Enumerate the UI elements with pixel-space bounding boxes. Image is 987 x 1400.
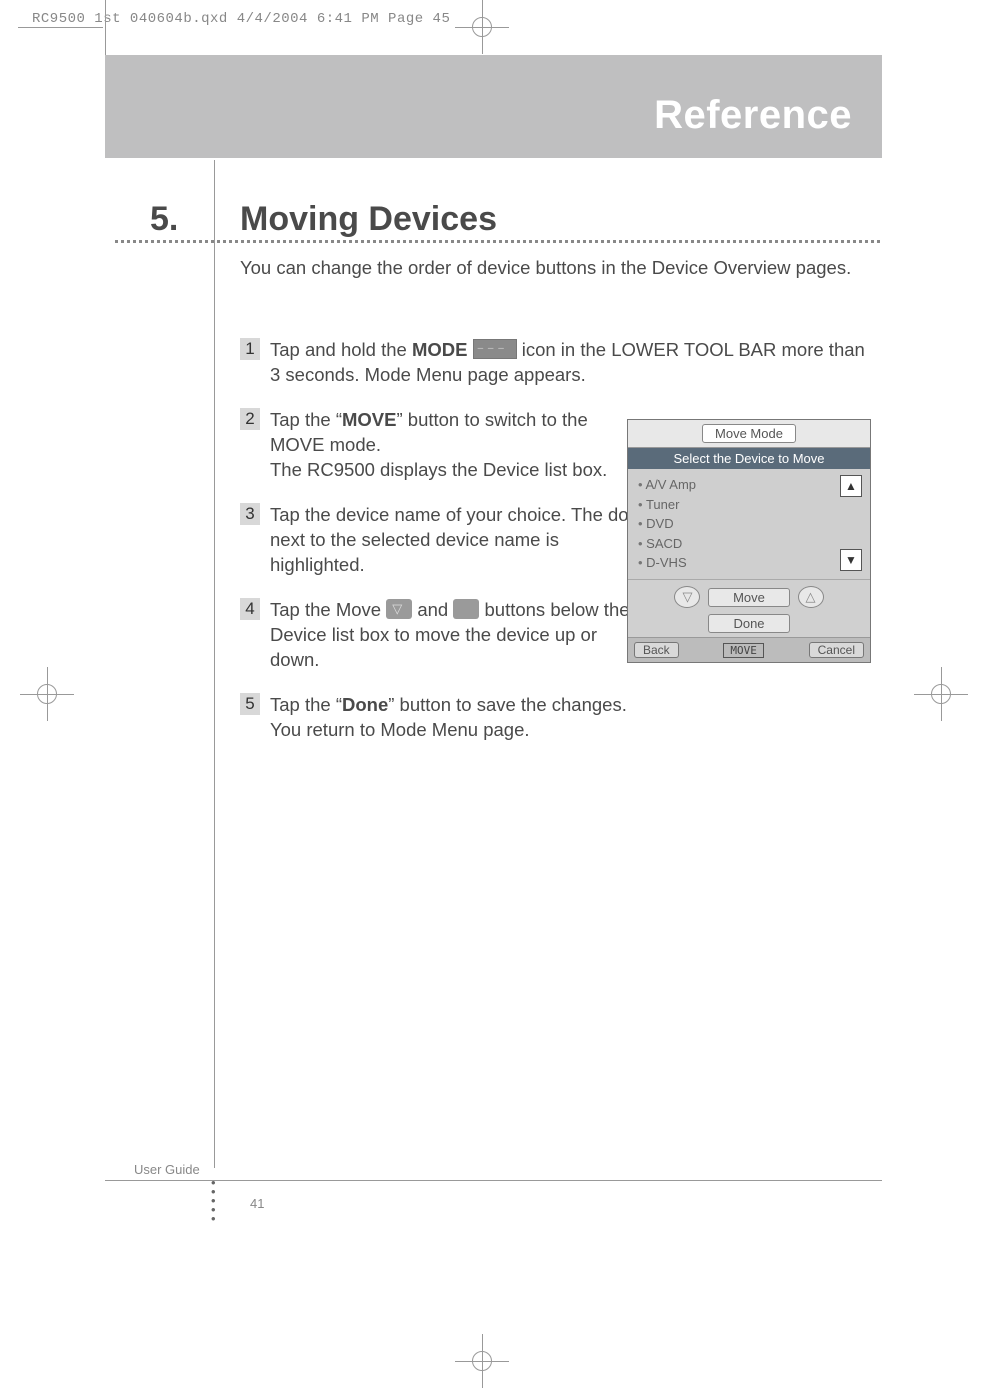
step-text: The RC9500 displays the Device list box. (270, 459, 607, 480)
mode-icon (473, 339, 517, 359)
device-subtitle: Select the Device to Move (628, 448, 870, 469)
registration-mark (20, 667, 74, 721)
step-text-bold: Done (342, 694, 388, 715)
device-titlebar: Move Mode (628, 420, 870, 448)
move-button[interactable]: Move (708, 588, 790, 607)
footer-guide-label: User Guide (134, 1162, 200, 1177)
step-text: and (412, 599, 453, 620)
step-text-bold: MODE (412, 339, 468, 360)
move-up-button[interactable]: △ (798, 586, 824, 608)
scroll-up-icon[interactable]: ▲ (840, 475, 862, 497)
step-text: Tap and hold the (270, 339, 412, 360)
step-number: 2 (240, 408, 260, 430)
list-item[interactable]: SACD (638, 534, 860, 554)
step-1: 1 Tap and hold the MODE icon in the LOWE… (240, 338, 870, 388)
device-controls: ▽ Move △ Done (628, 579, 870, 637)
footer-dots: ••••• (211, 1178, 216, 1223)
step-text: You return to Mode Menu page. (270, 719, 530, 740)
list-item[interactable]: D-VHS (638, 553, 860, 573)
vertical-rule (214, 160, 215, 1168)
step-number: 3 (240, 503, 260, 525)
mode-indicator: MOVE (723, 643, 764, 658)
scroll-down-icon[interactable]: ▼ (840, 549, 862, 571)
registration-mark (455, 0, 509, 54)
move-up-icon (453, 599, 479, 619)
step-text: ” button to save the changes. (388, 694, 627, 715)
crop-mark (105, 0, 106, 60)
crop-mark (18, 27, 103, 28)
page-number: 41 (250, 1196, 264, 1211)
intro-paragraph: You can change the order of device butto… (240, 256, 870, 281)
list-item[interactable]: A/V Amp (638, 475, 860, 495)
list-item[interactable]: Tuner (638, 495, 860, 515)
footer-rule (105, 1180, 882, 1181)
back-button[interactable]: Back (634, 642, 679, 658)
step-text-bold: MOVE (342, 409, 396, 430)
step-text: Tap the device name of your choice. The … (270, 503, 635, 578)
step-number: 1 (240, 338, 260, 360)
page-header: Reference (654, 93, 852, 138)
registration-mark (455, 1334, 509, 1388)
move-down-icon (386, 599, 412, 619)
device-screenshot: Move Mode Select the Device to Move A/V … (627, 419, 871, 663)
step-5: 5 Tap the “Done” button to save the chan… (240, 693, 870, 743)
done-button[interactable]: Done (708, 614, 789, 633)
device-listbox[interactable]: A/V Amp Tuner DVD SACD D-VHS ▲ ▼ (628, 469, 870, 579)
cancel-button[interactable]: Cancel (809, 642, 864, 658)
device-footer: Back MOVE Cancel (628, 637, 870, 662)
list-item[interactable]: DVD (638, 514, 860, 534)
move-down-button[interactable]: ▽ (674, 586, 700, 608)
print-slug: RC9500 1st 040604b.qxd 4/4/2004 6:41 PM … (32, 11, 450, 27)
header-band: Reference (105, 55, 882, 158)
section-title: Moving Devices (240, 200, 497, 239)
dotted-rule (115, 240, 880, 243)
registration-mark (914, 667, 968, 721)
step-text: Tap the Move (270, 599, 386, 620)
step-text: Tap the “ (270, 409, 342, 430)
section-number: 5. (150, 200, 178, 239)
step-number: 4 (240, 598, 260, 620)
step-text: Tap the “ (270, 694, 342, 715)
step-number: 5 (240, 693, 260, 715)
device-title: Move Mode (702, 424, 796, 443)
